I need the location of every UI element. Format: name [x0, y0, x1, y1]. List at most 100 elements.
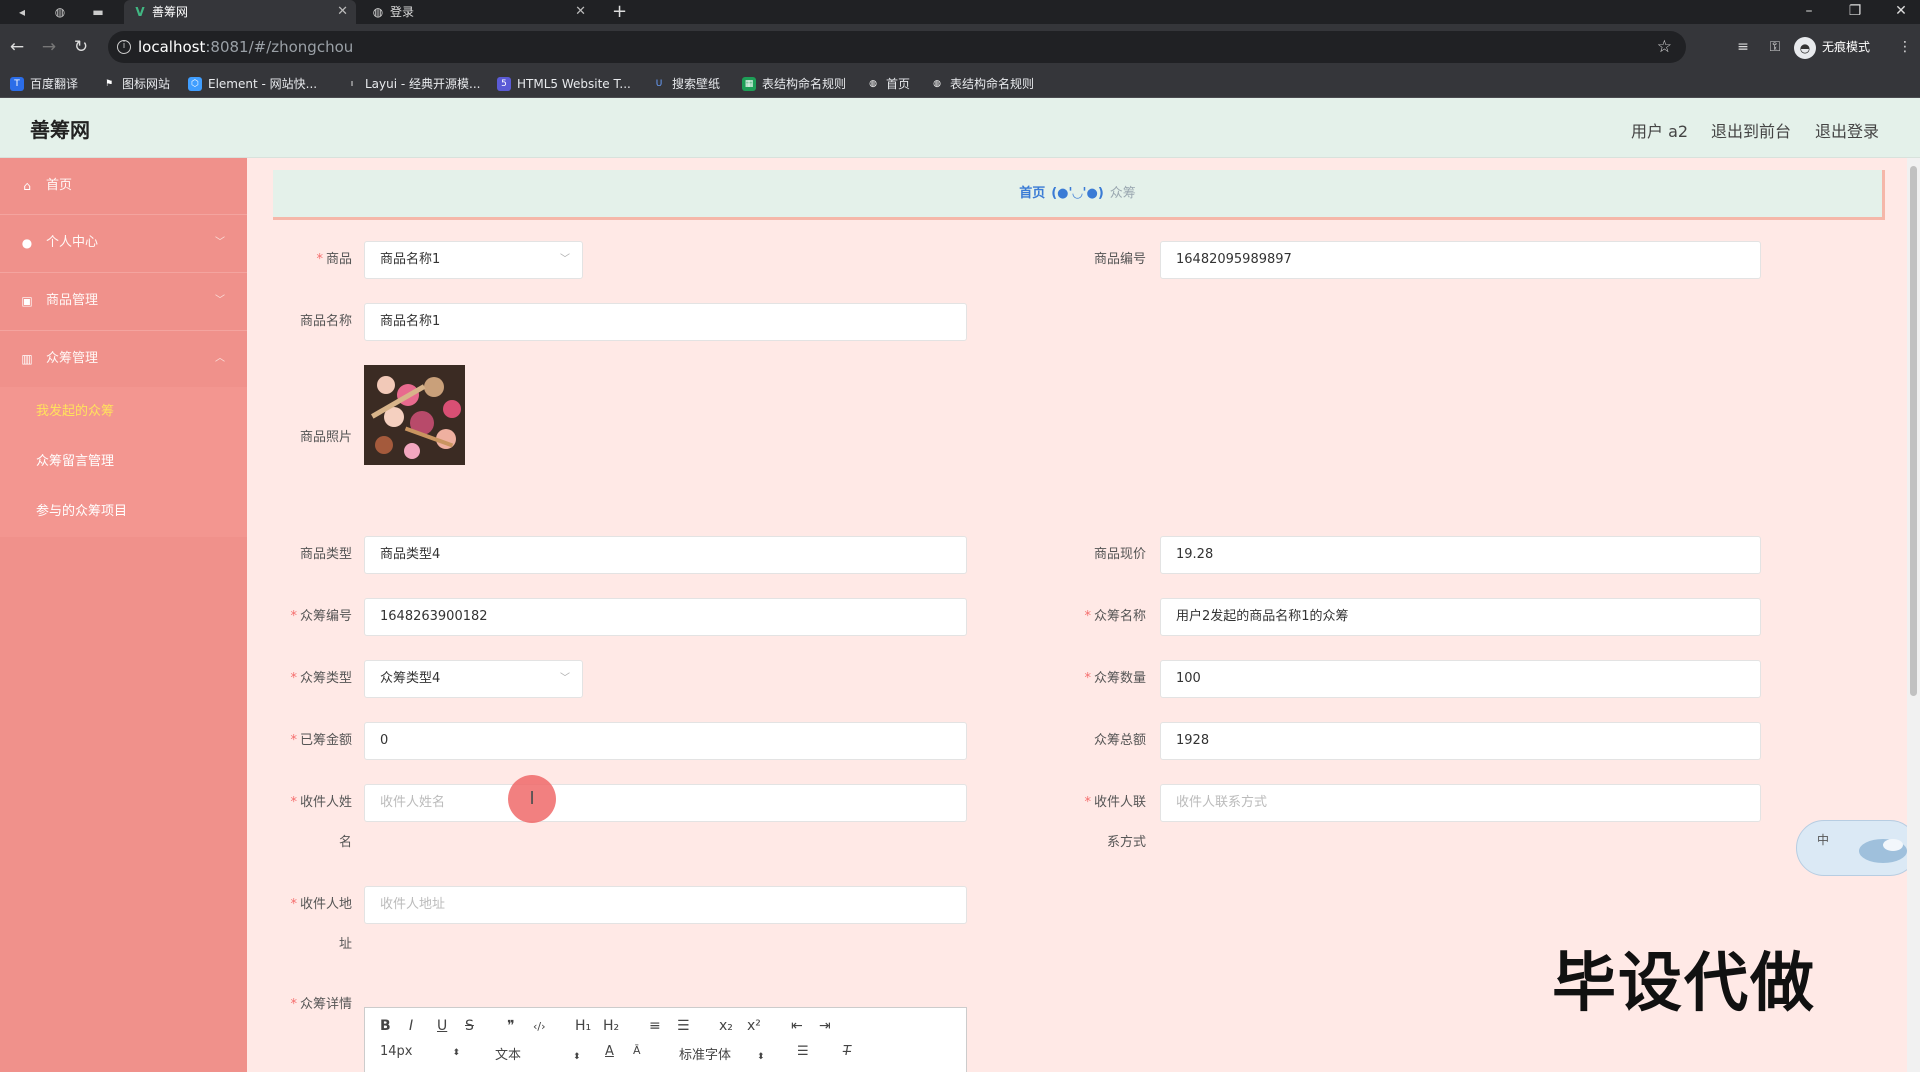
goods-name-field[interactable]: 商品名称1 [364, 303, 967, 341]
goods-photo[interactable] [364, 365, 465, 465]
code-button[interactable]: ‹/› [533, 1020, 546, 1033]
close-window-button[interactable]: ✕ [1878, 0, 1920, 24]
bookmarks-bar: T 百度翻译 ⚑ 图标网站 ⬡ Element - 网站快... ı Layui - 经… [0, 70, 1920, 98]
goods-no-field[interactable]: 16482095989897 [1160, 241, 1761, 279]
info-icon[interactable]: i [117, 40, 131, 54]
sidebar-item-crowdfunding[interactable]: ▥ 众筹管理 ︿ [0, 331, 247, 387]
close-icon[interactable]: ✕ [337, 0, 348, 24]
superscript-button[interactable]: x² [747, 1018, 761, 1034]
globe-icon: ◍ [372, 5, 384, 19]
bookmark-label: 表结构命名规则 [950, 77, 1035, 91]
cf-no-field[interactable]: 1648263900182 [364, 598, 967, 636]
chevron-up-icon: ︿ [215, 353, 225, 364]
restore-button[interactable]: ❐ [1832, 0, 1878, 24]
bold-button[interactable]: B [380, 1018, 391, 1034]
goods-label: * 商品 [316, 252, 352, 267]
tab-search-icon[interactable]: ◂ [14, 4, 30, 20]
breadcrumb-separator: (●'◡'●) [1051, 186, 1104, 201]
underline-button[interactable]: U [437, 1018, 447, 1034]
goods-name-label: 商品名称 [299, 314, 352, 329]
quote-button[interactable]: ❞ [507, 1018, 515, 1034]
h2-button[interactable]: H₂ [603, 1018, 619, 1034]
font-size-select[interactable]: 14px ⬍ [380, 1044, 460, 1059]
recv-contact-label: * 收件人联 [1084, 795, 1146, 810]
sidebar-subitem-joined[interactable]: 参与的众筹项目 [0, 487, 247, 537]
menu-icon[interactable]: ⋮ [1894, 36, 1916, 58]
raised-field[interactable]: 0 [364, 722, 967, 760]
close-icon[interactable]: ✕ [575, 0, 586, 24]
reading-list-icon[interactable]: ≡ [1732, 36, 1754, 58]
url-path: :8081/#/zhongchou [205, 38, 354, 56]
goods-select[interactable]: 商品名称1 ﹀ [364, 241, 583, 279]
align-button[interactable]: ☰ [797, 1044, 809, 1059]
new-tab-button[interactable]: + [612, 0, 627, 24]
italic-button[interactable]: I [409, 1018, 413, 1034]
back-icon[interactable]: ← [6, 36, 28, 58]
bookmark-item[interactable]: ◍ 表结构命名规则 [930, 75, 1034, 93]
bullet-list-button[interactable]: ☰ [677, 1018, 690, 1034]
updown-icon: ⬍ [573, 1052, 581, 1062]
bookmark-item[interactable]: ▦ 表结构命名规则 [742, 75, 846, 93]
window-icon[interactable]: ▬ [90, 4, 106, 20]
sidebar-item-personal[interactable]: ● 个人中心 ﹀ [0, 215, 247, 271]
ordered-list-button[interactable]: ≡ [649, 1018, 661, 1034]
cf-type-select[interactable]: 众筹类型4 ﹀ [364, 660, 583, 698]
outdent-button[interactable]: ⇤ [791, 1018, 803, 1034]
back-to-front-link[interactable]: 退出到前台 [1711, 118, 1791, 142]
minimize-button[interactable]: – [1786, 0, 1832, 24]
price-field[interactable]: 19.28 [1160, 536, 1761, 574]
floating-widget[interactable]: 中 [1796, 820, 1918, 876]
header-select[interactable]: 文本 ⬍ [495, 1044, 581, 1063]
url-input[interactable]: i localhost:8081/#/zhongchou ☆ [108, 31, 1686, 63]
sidebar: ⌂ 首页 ● 个人中心 ﹀ ▣ 商品管理 ﹀ ▥ 众筹管理 ︿ 我发起的众筹 众… [0, 158, 247, 1072]
clear-format-button[interactable]: T̶ [843, 1044, 851, 1059]
breadcrumb-home[interactable]: 首页 [1019, 186, 1045, 201]
h1-button[interactable]: H₁ [575, 1018, 591, 1034]
grid-icon: ▣ [21, 294, 33, 308]
watermark-text: 毕设代做 [1552, 947, 1816, 1021]
star-icon[interactable]: ☆ [1657, 31, 1672, 63]
bookmark-item[interactable]: ı Layui - 经典开源模... [345, 75, 481, 93]
sidebar-item-home[interactable]: ⌂ 首页 [0, 158, 247, 214]
indent-button[interactable]: ⇥ [819, 1018, 831, 1034]
home-icon: ⌂ [23, 179, 31, 193]
price-label: 商品现价 [1093, 547, 1146, 562]
globe-icon[interactable]: ◍ [52, 4, 68, 20]
logout-link[interactable]: 退出登录 [1815, 118, 1879, 142]
tab-login[interactable]: ◍ 登录 ✕ [362, 0, 594, 24]
makeup-palette-image [364, 365, 465, 465]
goods-type-field[interactable]: 商品类型4 [364, 536, 967, 574]
font-color-button[interactable]: A [605, 1044, 614, 1059]
bookmark-label: 表结构命名规则 [762, 77, 847, 91]
cf-qty-field[interactable]: 100 [1160, 660, 1761, 698]
tab-shanchou[interactable]: V 善筹网 ✕ [124, 0, 356, 24]
strike-button[interactable]: S [465, 1018, 474, 1034]
scrollbar-thumb[interactable] [1910, 166, 1917, 696]
recv-addr-input[interactable]: 收件人地址 [364, 886, 967, 924]
updown-icon: ⬍ [452, 1048, 461, 1058]
rich-text-editor[interactable]: B I U S ❞ ‹/› H₁ H₂ ≡ ☰ x₂ x² ⇤ ⇥ 14px ⬍ … [364, 1007, 967, 1072]
bookmark-item[interactable]: ⚑ 图标网站 [102, 75, 170, 93]
incognito-indicator[interactable]: ◓ 无痕模式 [1794, 37, 1870, 59]
total-label: 众筹总额 [1093, 733, 1146, 748]
bookmark-item[interactable]: T 百度翻译 [10, 75, 78, 93]
reload-icon[interactable]: ↻ [70, 36, 92, 58]
sidebar-item-goods[interactable]: ▣ 商品管理 ﹀ [0, 273, 247, 329]
bookmark-item[interactable]: ⬡ Element - 网站快... [188, 75, 317, 93]
forward-icon[interactable]: → [38, 36, 60, 58]
bookmark-item[interactable]: U 搜索壁纸 [652, 75, 720, 93]
app-header: 善筹网 用户 a2 退出到前台 退出登录 [0, 98, 1920, 158]
key-icon[interactable]: ⚿ [1764, 36, 1786, 58]
bookmark-item[interactable]: ◍ 首页 [866, 75, 910, 93]
font-family-select[interactable]: 标准字体 ⬍ [679, 1044, 765, 1063]
recv-name-input[interactable]: 收件人姓名 [364, 784, 967, 822]
recv-contact-input[interactable]: 收件人联系方式 [1160, 784, 1761, 822]
bookmark-item[interactable]: 5 HTML5 Website T... [497, 75, 631, 93]
cf-name-field[interactable]: 用户2发起的商品名称1的众筹 [1160, 598, 1761, 636]
subscript-button[interactable]: x₂ [719, 1018, 733, 1034]
sidebar-subitem-my-crowdfunding[interactable]: 我发起的众筹 [0, 387, 247, 437]
page-scrollbar[interactable] [1907, 158, 1920, 1072]
background-color-button[interactable]: Ā [633, 1044, 641, 1057]
total-field[interactable]: 1928 [1160, 722, 1761, 760]
sidebar-subitem-messages[interactable]: 众筹留言管理 [0, 437, 247, 487]
